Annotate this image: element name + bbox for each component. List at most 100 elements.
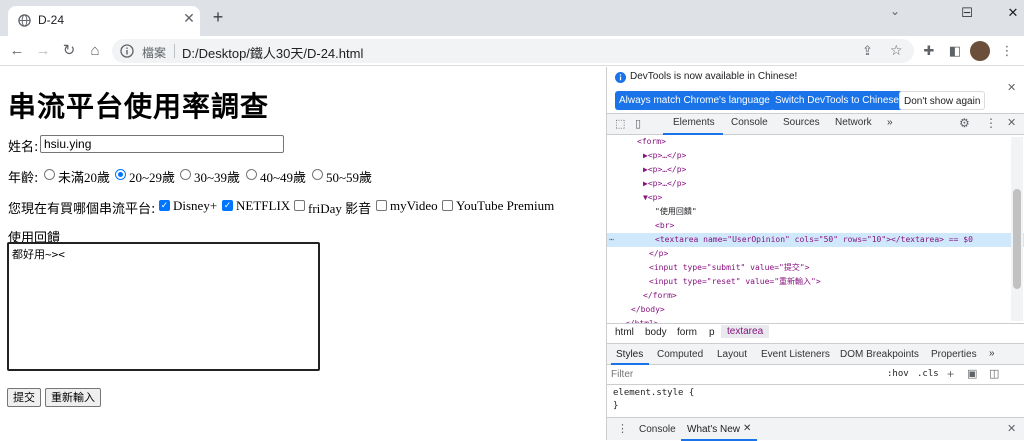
age-radio-50-59[interactable] xyxy=(312,169,323,180)
close-notice-icon[interactable]: ✕ xyxy=(1007,81,1016,94)
checkbox-friday[interactable] xyxy=(294,200,305,211)
breadcrumb-body[interactable]: body xyxy=(645,327,667,338)
info-icon xyxy=(615,72,626,83)
address-bar[interactable]: 檔案 D:/Desktop/鐵人30天/D-24.html ⇪ ☆ xyxy=(112,39,914,63)
node-actions-icon[interactable]: ⋯ xyxy=(609,233,614,247)
page-title: 串流平台使用率調查 xyxy=(8,90,270,123)
reload-icon[interactable]: ↻ xyxy=(58,40,80,62)
drawer-tab-whats-new[interactable]: What's New xyxy=(687,424,740,435)
elements-scrollbar[interactable] xyxy=(1011,137,1023,321)
bookmark-star-icon[interactable]: ☆ xyxy=(890,42,903,59)
hover-toggle[interactable]: :hov xyxy=(887,369,909,379)
submit-button[interactable]: 提交 xyxy=(7,388,41,407)
extensions-icon[interactable]: ✚ xyxy=(920,42,938,60)
close-drawer-icon[interactable]: ✕ xyxy=(1007,422,1016,435)
dom-node-line[interactable]: </form> xyxy=(607,289,1024,303)
dom-node-line[interactable]: </body> xyxy=(607,303,1024,317)
drawer-tab-console[interactable]: Console xyxy=(639,424,676,435)
settings-gear-icon[interactable]: ⚙ xyxy=(959,116,970,130)
checkbox-disney[interactable]: ✓ xyxy=(159,200,170,211)
browser-tab[interactable]: D-24 ✕ xyxy=(8,6,200,36)
tab-computed[interactable]: Computed xyxy=(657,349,703,360)
breadcrumb-html[interactable]: html xyxy=(615,327,634,338)
dom-node-line[interactable]: ▼<p> xyxy=(607,191,1024,205)
tab-styles[interactable]: Styles xyxy=(616,349,643,360)
side-panel-icon[interactable]: ◧ xyxy=(946,42,964,60)
breadcrumb-p[interactable]: p xyxy=(709,327,715,338)
switch-chinese-button[interactable]: Switch DevTools to Chinese xyxy=(771,91,903,110)
profile-avatar[interactable] xyxy=(970,41,990,61)
platform-option-label: NETFLIX xyxy=(236,198,291,213)
url-text[interactable]: D:/Desktop/鐵人30天/D-24.html xyxy=(182,43,363,62)
maximize-button[interactable]: ☐ xyxy=(944,0,990,28)
dom-node-text: ▶<p>…</p> xyxy=(643,179,687,188)
match-language-button[interactable]: Always match Chrome's language xyxy=(615,91,774,110)
paint-icon[interactable]: ▣ xyxy=(967,367,977,380)
devtools-tabs: ⬚ ▯ Elements Console Sources Network » ⚙… xyxy=(607,113,1024,135)
home-icon[interactable]: ⌂ xyxy=(84,40,106,62)
dom-node-text: <br> xyxy=(655,221,675,230)
menu-icon[interactable]: ⋮ xyxy=(998,42,1016,60)
tab-dom-breakpoints[interactable]: DOM Breakpoints xyxy=(840,349,919,360)
dom-node-line[interactable]: ▶<p>…</p> xyxy=(607,163,1024,177)
dom-node-line[interactable]: ⋯ <textarea name="UserOpinion" cols="50" … xyxy=(607,233,1024,247)
dom-node-line[interactable]: <input type="submit" value="提交"> xyxy=(607,261,1024,275)
age-option-label: 20~29歲 xyxy=(129,170,176,185)
dom-node-text: ▶<p>…</p> xyxy=(643,165,687,174)
sidebar-toggle-icon[interactable]: ◫ xyxy=(989,367,999,380)
dom-node-text: <textarea name="UserOpinion" cols="50" r… xyxy=(655,235,973,244)
dom-node-line[interactable]: </p> xyxy=(607,247,1024,261)
age-radio-20-29[interactable] xyxy=(115,169,126,180)
close-devtools-icon[interactable]: ✕ xyxy=(1007,116,1016,129)
dont-show-again-button[interactable]: Don't show again xyxy=(899,91,986,110)
tab-more[interactable]: » xyxy=(887,117,893,128)
age-radio-40-49[interactable] xyxy=(246,169,257,180)
back-icon[interactable]: ← xyxy=(6,40,28,62)
dom-node-text: </body> xyxy=(631,305,665,314)
close-whats-new-icon[interactable]: ✕ xyxy=(743,423,751,434)
dom-node-line[interactable]: <br> xyxy=(607,219,1024,233)
age-radio-under20[interactable] xyxy=(44,169,55,180)
class-toggle[interactable]: .cls xyxy=(917,369,939,379)
forward-icon[interactable]: → xyxy=(32,40,54,62)
tab-layout[interactable]: Layout xyxy=(717,349,747,360)
new-style-rule-icon[interactable]: + xyxy=(947,367,954,381)
feedback-textarea[interactable]: 都好用~>< xyxy=(7,242,320,371)
styles-more[interactable]: » xyxy=(989,348,995,359)
tab-network[interactable]: Network xyxy=(835,117,872,128)
breadcrumb-textarea[interactable]: textarea xyxy=(721,325,770,338)
device-toolbar-icon[interactable]: ▯ xyxy=(635,117,641,130)
dom-node-line[interactable]: <form> xyxy=(607,135,1024,149)
share-icon[interactable]: ⇪ xyxy=(862,43,873,59)
dom-node-line[interactable]: "使用回饋" xyxy=(607,205,1024,219)
tab-search-icon[interactable]: ⌄ xyxy=(890,4,900,18)
drawer-menu-icon[interactable]: ⋮ xyxy=(617,422,628,435)
tab-console[interactable]: Console xyxy=(731,117,768,128)
more-options-icon[interactable]: ⋮ xyxy=(985,116,997,130)
tab-elements[interactable]: Elements xyxy=(673,117,715,128)
breadcrumb-form[interactable]: form xyxy=(677,327,697,338)
info-icon[interactable] xyxy=(120,44,134,58)
new-tab-button[interactable]: + xyxy=(208,8,228,28)
dom-node-text: ▼<p> xyxy=(643,193,663,202)
reset-button[interactable]: 重新輸入 xyxy=(45,388,101,407)
close-window-button[interactable]: ✕ xyxy=(990,0,1024,28)
styles-filter-input[interactable] xyxy=(611,367,881,382)
checkbox-myvideo[interactable] xyxy=(376,200,387,211)
dom-node-line[interactable]: ▶<p>…</p> xyxy=(607,177,1024,191)
age-radio-30-39[interactable] xyxy=(180,169,191,180)
tab-close-icon[interactable]: ✕ xyxy=(180,10,198,28)
dom-node-line[interactable]: <input type="reset" value="重新輸入"> xyxy=(607,275,1024,289)
dom-node-line[interactable]: ▶<p>…</p> xyxy=(607,149,1024,163)
tab-event-listeners[interactable]: Event Listeners xyxy=(761,349,830,360)
age-option-label: 未滿20歲 xyxy=(58,170,111,185)
inspect-element-icon[interactable]: ⬚ xyxy=(615,117,625,130)
checkbox-netflix[interactable]: ✓ xyxy=(222,200,233,211)
elements-scrollbar-thumb[interactable] xyxy=(1013,189,1021,289)
checkbox-youtube-premium[interactable] xyxy=(442,200,453,211)
tab-properties[interactable]: Properties xyxy=(931,349,977,360)
element-style-close: } xyxy=(613,401,619,411)
name-input[interactable] xyxy=(40,135,284,153)
element-style-selector[interactable]: element.style { xyxy=(613,387,694,400)
tab-sources[interactable]: Sources xyxy=(783,117,820,128)
